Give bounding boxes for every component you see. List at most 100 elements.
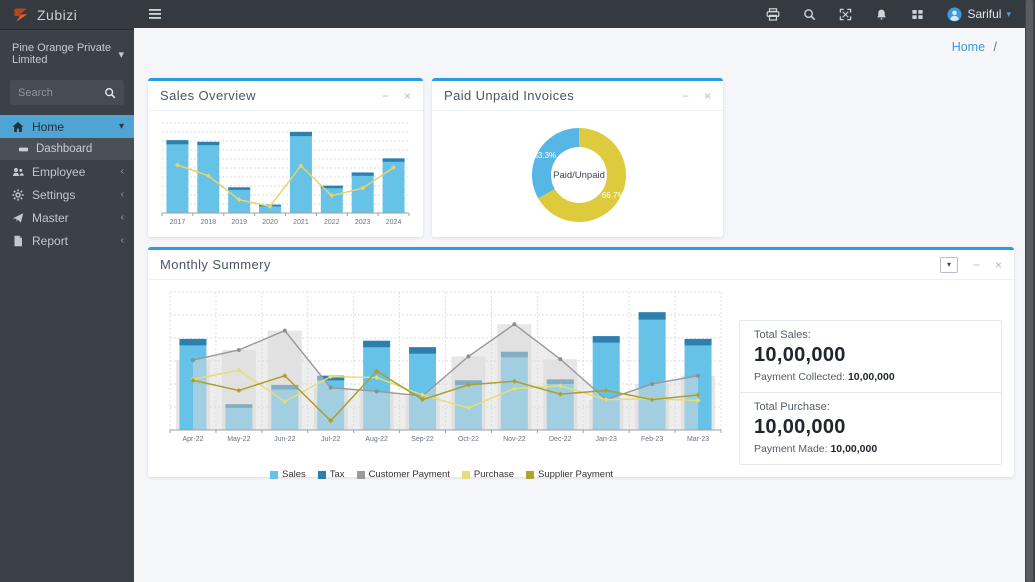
- sidebar-item-dashboard[interactable]: Dashboard: [0, 138, 134, 160]
- search-icon: [803, 8, 816, 21]
- vertical-scrollbar[interactable]: [1025, 0, 1035, 582]
- minimize-button[interactable]: −: [382, 90, 389, 102]
- legend-swatch: [318, 471, 326, 479]
- search-button[interactable]: [803, 8, 816, 21]
- card-title: Monthly Summery: [160, 257, 271, 272]
- breadcrumb-separator: /: [994, 40, 997, 54]
- chevron-down-icon: ▾: [119, 122, 124, 132]
- zubizi-logo-icon: [12, 6, 30, 24]
- legend-label: Sales: [282, 469, 306, 480]
- legend-swatch: [526, 471, 534, 479]
- search-icon: [104, 87, 116, 99]
- svg-text:Sep-22: Sep-22: [411, 436, 434, 443]
- legend-swatch: [270, 471, 278, 479]
- stats-panel: Total Sales: 10,00,000 Payment Collected…: [739, 320, 1002, 480]
- user-menu[interactable]: Sariful ▾: [947, 7, 1011, 22]
- legend-item: Supplier Payment: [526, 469, 613, 480]
- card-header: Sales Overview − ×: [148, 81, 423, 111]
- svg-text:Oct-22: Oct-22: [458, 436, 479, 443]
- fullscreen-button[interactable]: [839, 8, 852, 21]
- svg-text:2017: 2017: [170, 219, 186, 226]
- top-navbar: Sariful ▾: [134, 0, 1035, 28]
- sidebar-item-employee[interactable]: Employee ‹: [0, 160, 134, 183]
- svg-text:May-22: May-22: [227, 436, 250, 443]
- sidebar-item-report[interactable]: Report ‹: [0, 229, 134, 252]
- sidebar-search: [10, 80, 124, 105]
- gear-icon: [12, 189, 24, 201]
- file-icon: [12, 235, 24, 247]
- legend-label: Supplier Payment: [538, 469, 613, 480]
- users-icon: [12, 166, 24, 178]
- minimize-button[interactable]: −: [682, 90, 689, 102]
- card-title: Sales Overview: [160, 88, 256, 103]
- paid-unpaid-card: Paid Unpaid Invoices − × 66.7%33.3%Paid/…: [432, 78, 723, 237]
- apps-grid-button[interactable]: [911, 8, 924, 21]
- search-submit-button[interactable]: [96, 80, 124, 105]
- sales-overview-card: Sales Overview − × 2017 2018 2019 2020 2021 2…: [148, 78, 423, 237]
- payment-collected-label: Payment Collected:: [754, 371, 845, 383]
- scrollbar-thumb[interactable]: [1026, 0, 1033, 582]
- user-name: Sariful: [967, 7, 1001, 21]
- avatar: [947, 7, 962, 22]
- sidebar-toggle-button[interactable]: [148, 8, 162, 20]
- caret-down-icon: ▾: [1006, 9, 1011, 20]
- logo[interactable]: Zubizi: [0, 0, 134, 30]
- card-header: Paid Unpaid Invoices − ×: [432, 81, 723, 111]
- payment-made-value: 10,00,000: [830, 443, 877, 455]
- search-input[interactable]: [10, 80, 96, 105]
- svg-text:2019: 2019: [231, 219, 247, 226]
- legend-item: Customer Payment: [357, 469, 450, 480]
- close-button[interactable]: ×: [995, 259, 1002, 271]
- expand-icon: [839, 8, 852, 21]
- legend-label: Purchase: [474, 469, 514, 480]
- total-sales-value: 10,00,000: [754, 344, 987, 367]
- svg-text:Jun-22: Jun-22: [274, 436, 296, 443]
- sales-overview-chart: 20172018201920202021202220232024: [158, 117, 413, 231]
- legend-swatch: [357, 471, 365, 479]
- svg-text:2021: 2021: [293, 219, 309, 226]
- svg-text:Paid/Unpaid: Paid/Unpaid: [553, 170, 605, 181]
- svg-text:Jan-23: Jan-23: [596, 436, 618, 443]
- chart-legend: Sales Tax Customer Payment Purchase Supplier…: [154, 469, 729, 480]
- svg-text:Aug-22: Aug-22: [365, 436, 388, 443]
- close-button[interactable]: ×: [704, 90, 711, 102]
- close-button[interactable]: ×: [404, 90, 411, 102]
- paid-unpaid-donut-chart: 66.7%33.3%Paid/Unpaid: [432, 111, 721, 237]
- notifications-button[interactable]: [875, 8, 888, 21]
- sidebar-item-settings[interactable]: Settings ‹: [0, 183, 134, 206]
- legend-label: Tax: [330, 469, 345, 480]
- payment-collected-value: 10,00,000: [848, 371, 895, 383]
- payment-collected: Payment Collected: 10,00,000: [754, 371, 987, 383]
- svg-text:2018: 2018: [201, 219, 217, 226]
- legend-item: Tax: [318, 469, 345, 480]
- print-button[interactable]: [766, 8, 780, 21]
- hamburger-icon: [148, 8, 162, 20]
- svg-text:Apr-22: Apr-22: [182, 436, 203, 443]
- caret-down-icon: ▾: [118, 48, 124, 61]
- company-selector[interactable]: Pine Orange Private Limited ▾: [0, 30, 134, 74]
- paper-plane-icon: [12, 212, 24, 224]
- grid-icon: [911, 8, 924, 21]
- svg-text:2020: 2020: [262, 219, 278, 226]
- minimize-button[interactable]: −: [973, 259, 980, 271]
- card-dropdown-button[interactable]: ▾: [940, 257, 958, 273]
- chevron-left-icon: ‹: [121, 236, 124, 246]
- breadcrumb: Home /: [952, 40, 997, 54]
- total-purchase-value: 10,00,000: [754, 416, 987, 439]
- payment-made: Payment Made: 10,00,000: [754, 443, 987, 455]
- main-content: Home / Sales Overview − × 2017 2018 2019 20…: [134, 28, 1025, 582]
- total-sales-label: Total Sales:: [754, 329, 987, 341]
- sidebar-item-home[interactable]: Home ▾: [0, 115, 134, 138]
- svg-text:Mar-23: Mar-23: [687, 436, 709, 443]
- breadcrumb-home-link[interactable]: Home: [952, 40, 985, 54]
- sidebar-item-label: Dashboard: [36, 143, 92, 155]
- sidebar-item-label: Master: [32, 211, 69, 225]
- svg-text:Dec-22: Dec-22: [549, 436, 572, 443]
- sidebar-item-label: Employee: [32, 165, 85, 179]
- company-name: Pine Orange Private Limited: [12, 42, 113, 66]
- legend-item: Sales: [270, 469, 306, 480]
- total-sales-box: Total Sales: 10,00,000 Payment Collected…: [739, 320, 1002, 393]
- svg-text:2023: 2023: [355, 219, 371, 226]
- app-title: Zubizi: [37, 7, 77, 23]
- sidebar-item-master[interactable]: Master ‹: [0, 206, 134, 229]
